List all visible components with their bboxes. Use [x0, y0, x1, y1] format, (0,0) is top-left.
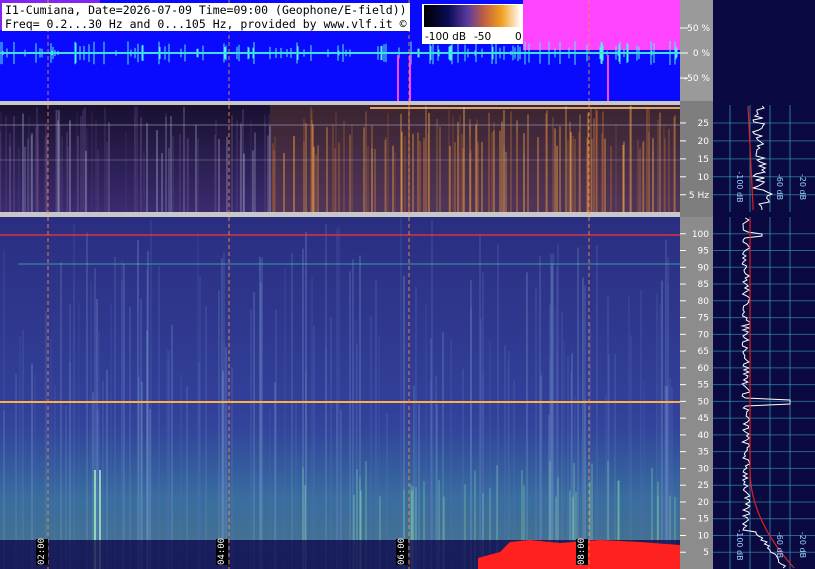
hf-y-label: 45 — [698, 414, 709, 424]
hf-y-label: 90 — [698, 263, 710, 273]
hf-y-label: 35 — [698, 448, 709, 458]
hf-y-label: 55 — [698, 381, 709, 391]
colorbar-label-mid: -50 — [474, 31, 492, 43]
time-label-0200: 02:00 — [36, 537, 48, 565]
waveform-y-label: -50 % — [684, 74, 711, 84]
colorbar-gradient — [424, 5, 521, 27]
colorbar: -100 dB -50 0 — [422, 4, 523, 44]
hf-y-label: 30 — [698, 464, 710, 474]
spectrogram-figure: 50 %0 %-50 %252015105 Hz1009590858075706… — [0, 0, 815, 569]
hf-y-label: 60 — [698, 364, 710, 374]
hf-y-label: 95 — [698, 247, 709, 257]
time-label-0800: 08:00 — [576, 537, 588, 565]
hf-y-label: 80 — [698, 297, 710, 307]
lf-y-label: 15 — [698, 155, 709, 165]
lf-y-label: 20 — [698, 137, 710, 147]
header-line-2: Freq= 0.2...30 Hz and 0...105 Hz, provid… — [2, 17, 410, 31]
profile-db-label: -100 dB — [735, 171, 744, 202]
hf-y-label: 100 — [692, 230, 709, 240]
colorbar-label-max: 0 — [515, 31, 522, 43]
hf-y-label: 50 — [698, 397, 710, 407]
hf-y-label: 70 — [698, 330, 710, 340]
time-label-0600: 06:00 — [396, 537, 408, 565]
profile-db-label: -20 dB — [798, 174, 807, 200]
waveform-y-label: 0 % — [693, 49, 711, 59]
lf-active-zone — [270, 105, 680, 212]
waveform-y-label: 50 % — [687, 24, 710, 34]
hf-y-label: 5 — [703, 548, 709, 558]
profile-db-label: -60 dB — [775, 174, 784, 200]
profile-db-label: -60 dB — [775, 532, 784, 558]
lf-y-label: 10 — [698, 173, 710, 183]
lf-y-label: 5 Hz — [689, 191, 709, 201]
spectrogram-page: { "header": { "line1": "I1-Cumiana, Date… — [0, 0, 815, 569]
hf-y-label: 40 — [698, 431, 710, 441]
hf-y-label: 20 — [698, 498, 710, 508]
time-label-0400: 04:00 — [216, 537, 228, 565]
lf-y-label: 25 — [698, 119, 709, 129]
profile-db-label: -100 dB — [735, 529, 744, 560]
colorbar-label-min: -100 dB — [425, 31, 467, 43]
hf-y-label: 25 — [698, 481, 709, 491]
hf-y-label: 65 — [698, 347, 709, 357]
hf-y-label: 15 — [698, 515, 709, 525]
profile-db-label: -20 dB — [798, 532, 807, 558]
hf-y-label: 75 — [698, 314, 709, 324]
hf-y-label: 85 — [698, 280, 709, 290]
header-line-1: I1-Cumiana, Date=2026-07-09 Time=09:00 (… — [2, 3, 410, 17]
hf-y-label: 10 — [698, 531, 710, 541]
